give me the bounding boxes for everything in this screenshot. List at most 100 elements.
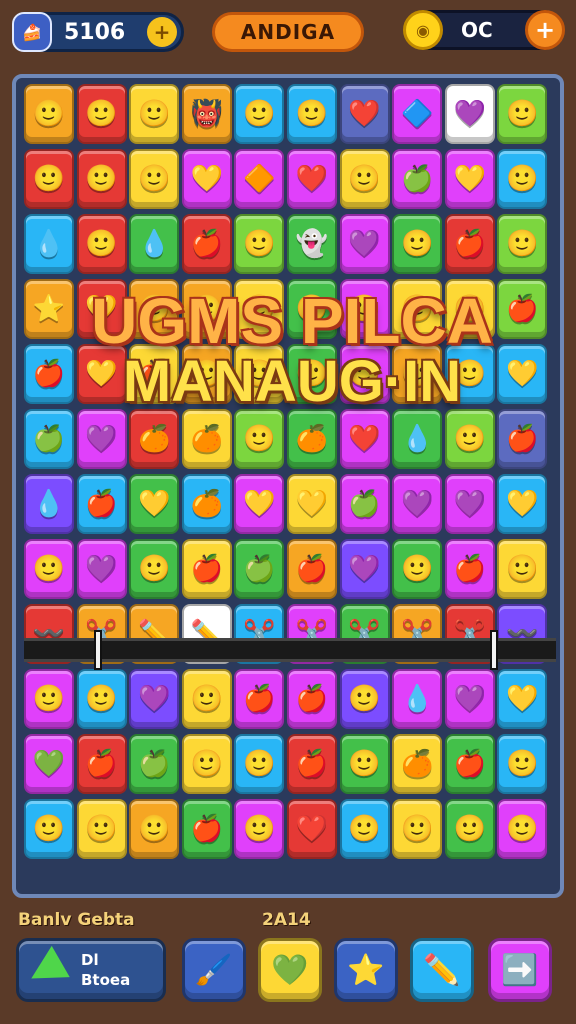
game-tile[interactable]: 🙂 [129,799,180,859]
game-tile[interactable]: 🍏 [24,409,74,469]
game-tile[interactable]: 🍏 [234,539,285,599]
game-tile[interactable]: 🙂 [24,84,74,144]
game-tile[interactable]: 🙂 [392,344,443,404]
game-tile[interactable]: 🍎 [181,799,232,859]
game-tile[interactable]: 🙂 [286,279,337,339]
game-tile[interactable]: 🍎 [181,214,232,274]
level-title[interactable]: ANDIGA [212,12,364,52]
coins-counter[interactable]: 🍰 5106 + [12,12,184,52]
game-tile[interactable]: 💜 [444,84,495,144]
game-tile[interactable]: 🙂 [181,279,232,339]
game-tile[interactable]: 🙂 [76,799,127,859]
game-tile[interactable]: 👻 [286,214,337,274]
game-tile[interactable]: 🙂 [129,279,180,339]
game-tile[interactable]: 🙂 [339,799,390,859]
game-tile[interactable]: 🙂 [392,799,443,859]
game-tile[interactable]: 💚 [24,734,74,794]
game-tile[interactable]: 🍎 [76,474,127,534]
game-tile[interactable]: 🍏 [339,474,390,534]
game-tile[interactable]: 🙂 [234,409,285,469]
game-tile[interactable]: 💛 [76,279,127,339]
game-tile[interactable]: 🙂 [129,539,180,599]
game-tile[interactable]: 💛 [497,474,548,534]
game-tile[interactable]: 🙂 [286,344,337,404]
game-tile[interactable]: 💧 [392,409,443,469]
game-tile[interactable]: 🙂 [234,279,285,339]
heart-button[interactable]: 💚 [258,938,322,1002]
game-tile[interactable]: 🙂 [181,669,232,729]
game-tile[interactable]: 🍏 [129,734,180,794]
game-tile[interactable]: 💜 [444,669,495,729]
game-tile[interactable]: 💧 [24,474,74,534]
game-tile[interactable]: 🙂 [286,84,337,144]
game-tile[interactable]: 🍊 [392,734,443,794]
game-tile[interactable]: 🙂 [497,214,548,274]
game-tile[interactable]: 🍊 [286,409,337,469]
game-tile[interactable]: 🙂 [497,149,548,209]
game-tile[interactable]: 🍎 [444,214,495,274]
game-tile[interactable]: 🔶 [234,149,285,209]
game-tile[interactable]: 🍎 [76,734,127,794]
game-tile[interactable]: 🙂 [24,539,74,599]
game-tile[interactable]: 🙂 [497,799,548,859]
game-tile[interactable]: 💛 [181,149,232,209]
game-tile[interactable]: 🙂 [339,279,390,339]
game-tile[interactable]: 🙂 [76,669,127,729]
game-tile[interactable]: 🙂 [497,84,548,144]
game-tile[interactable]: 💧 [24,214,74,274]
game-tile[interactable]: ❤️ [286,149,337,209]
game-tile[interactable]: 🙂 [234,214,285,274]
game-tile[interactable]: 💧 [129,214,180,274]
game-tile[interactable]: 🍎 [234,669,285,729]
game-tile[interactable]: 💜 [129,669,180,729]
game-tile[interactable]: 🔷 [392,84,443,144]
game-tile[interactable]: 🙂 [129,149,180,209]
game-tile[interactable]: 🙂 [24,799,74,859]
game-tile[interactable]: 🙂 [24,149,74,209]
game-tile[interactable]: 🙂 [234,799,285,859]
game-tile[interactable]: 💛 [286,474,337,534]
game-tile[interactable]: 🙂 [339,344,390,404]
game-tile[interactable]: 🍎 [497,279,548,339]
game-tile[interactable]: 💛 [497,669,548,729]
game-tile[interactable]: ⭐ [24,279,74,339]
game-tile[interactable]: 🙂 [339,734,390,794]
game-tile[interactable]: 🙂 [234,734,285,794]
game-tile[interactable]: 🙂 [24,669,74,729]
pencil-button[interactable]: ✏️ [410,938,474,1002]
brush-button[interactable]: 🖌️ [182,938,246,1002]
game-tile[interactable]: 💛 [76,344,127,404]
game-tile[interactable]: 🙂 [339,669,390,729]
game-tile[interactable]: ❤️ [339,84,390,144]
game-tile[interactable]: 💛 [129,474,180,534]
game-tile[interactable]: 🍎 [129,344,180,404]
game-tile[interactable]: 🙂 [497,734,548,794]
game-tile[interactable]: 💛 [444,149,495,209]
game-tile[interactable]: 💜 [339,214,390,274]
game-tile[interactable]: 🙂 [444,344,495,404]
star-button[interactable]: ⭐ [334,938,398,1002]
game-tile[interactable]: 💛 [234,474,285,534]
game-tile[interactable]: 🙂 [181,344,232,404]
add-coins-button[interactable]: + [147,17,177,47]
game-tile[interactable]: 🙂 [234,84,285,144]
game-tile[interactable]: 🙂 [444,799,495,859]
lives-counter[interactable]: ◉ OC + [403,10,565,50]
game-tile[interactable]: 🙂 [234,344,285,404]
game-tile[interactable]: 💜 [76,409,127,469]
game-tile[interactable]: 🙂 [339,149,390,209]
game-tile[interactable]: 🙂 [76,84,127,144]
game-tile[interactable]: 💜 [444,474,495,534]
game-tile[interactable]: ❤️ [286,799,337,859]
game-tile[interactable]: 👹 [181,84,232,144]
game-tile[interactable]: 🍎 [497,409,548,469]
game-tile[interactable]: 🙂 [129,84,180,144]
game-tile[interactable]: 💜 [76,539,127,599]
arrow-button[interactable]: ➡️ [488,938,552,1002]
game-tile[interactable]: 💧 [392,669,443,729]
game-tile[interactable]: 🍎 [286,669,337,729]
game-tile[interactable]: 🍎 [286,539,337,599]
game-tile[interactable]: 🙂 [392,279,443,339]
add-lives-button[interactable]: + [525,10,565,50]
game-tile[interactable]: 🍎 [286,734,337,794]
